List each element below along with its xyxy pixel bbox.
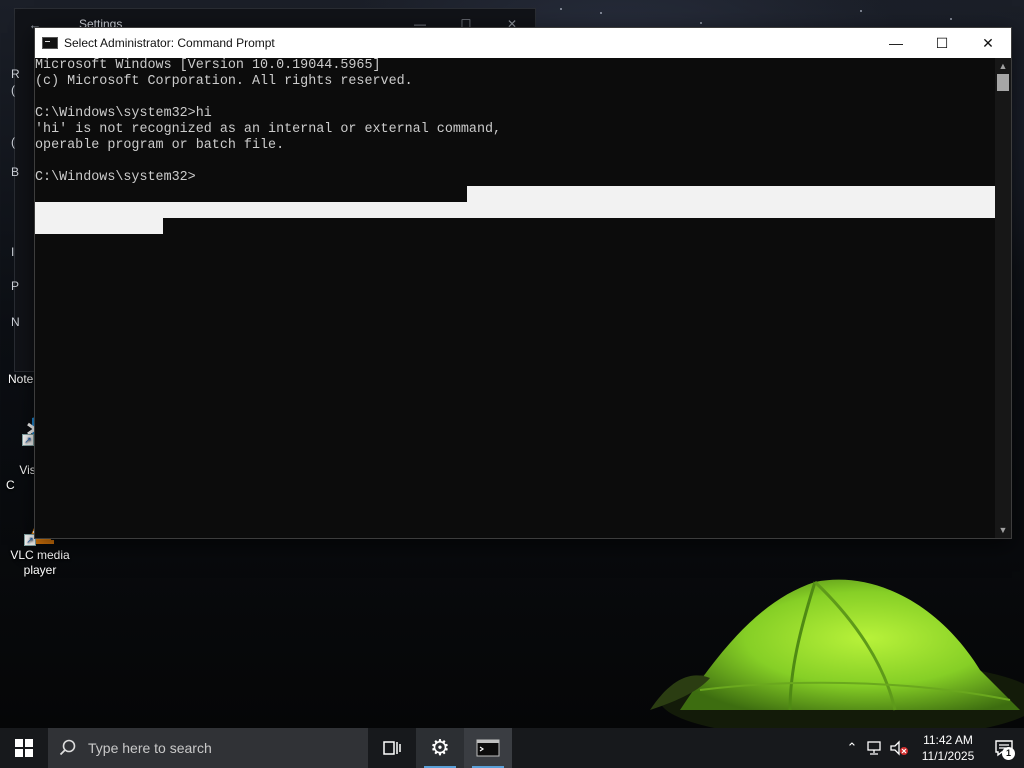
settings-side-letter: R	[11, 67, 20, 81]
taskbar-settings-button[interactable]: ⚙	[416, 728, 464, 768]
task-view-icon	[383, 741, 401, 755]
settings-side-letter: (	[11, 135, 15, 149]
console-line: C:\Windows\system32>hi	[35, 106, 212, 121]
console-line: operable program or batch file.	[35, 138, 285, 153]
show-hidden-icons-chevron-icon[interactable]: ⌃	[840, 728, 864, 768]
console-line: (c) Microsoft Corporation. All rights re…	[35, 74, 413, 89]
settings-side-letter: (	[11, 83, 15, 97]
windows-logo-icon	[15, 739, 33, 757]
clock[interactable]: 11:42 AM 11/1/2025	[912, 728, 984, 768]
command-prompt-icon	[42, 37, 58, 49]
settings-side-letter: P	[11, 279, 20, 293]
search-icon	[48, 739, 88, 757]
text-selection-highlight	[35, 218, 163, 234]
console-line: C:\Windows\system32>	[35, 170, 196, 185]
taskbar-search-box[interactable]: Type here to search	[48, 728, 368, 768]
settings-side-letter: N	[11, 315, 20, 329]
desktop-icon-label: VLC media player	[10, 548, 70, 577]
text-selection-highlight	[35, 202, 995, 218]
text-selection-highlight	[467, 186, 995, 202]
action-center-button[interactable]: 1	[984, 728, 1024, 768]
cmd-titlebar[interactable]: Select Administrator: Command Prompt — ☐…	[35, 28, 1011, 58]
cmd-title: Select Administrator: Command Prompt	[64, 36, 275, 50]
tent-illustration	[650, 579, 1024, 728]
maximize-button[interactable]: ☐	[919, 28, 965, 58]
scroll-up-icon[interactable]: ▲	[995, 58, 1011, 74]
task-view-button[interactable]	[368, 728, 416, 768]
system-tray: ⌃ 11:42 AM 11/1/2025 1	[840, 728, 1024, 768]
command-prompt-icon	[476, 739, 500, 757]
clock-time: 11:42 AM	[923, 733, 973, 747]
console-line: 'hi' is not recognized as an internal or…	[35, 122, 502, 137]
command-prompt-window[interactable]: Select Administrator: Command Prompt — ☐…	[34, 27, 1012, 539]
console-line: Microsoft Windows [Version 10.0.19044.59…	[35, 58, 381, 73]
scroll-thumb[interactable]	[997, 74, 1009, 91]
settings-side-letter: B	[11, 165, 20, 179]
clock-date: 11/1/2025	[921, 749, 975, 763]
settings-gear-icon: ⚙	[430, 735, 450, 760]
search-placeholder: Type here to search	[88, 740, 212, 756]
volume-muted-icon[interactable]	[886, 728, 912, 768]
start-button[interactable]	[0, 728, 48, 768]
close-button[interactable]: ✕	[965, 28, 1011, 58]
console-output[interactable]: Microsoft Windows [Version 10.0.19044.59…	[35, 58, 997, 538]
taskbar-command-prompt-button[interactable]	[464, 728, 512, 768]
notification-count-badge: 1	[1002, 747, 1015, 760]
network-icon[interactable]	[864, 728, 886, 768]
vertical-scrollbar[interactable]: ▲ ▼	[995, 58, 1011, 538]
minimize-button[interactable]: —	[873, 28, 919, 58]
scroll-down-icon[interactable]: ▼	[995, 522, 1011, 538]
shortcut-arrow-icon: ↗	[22, 434, 34, 446]
settings-side-letter: I	[11, 245, 15, 259]
taskbar: Type here to search ⚙ ⌃ 11:42 AM 11/1/20	[0, 728, 1024, 768]
